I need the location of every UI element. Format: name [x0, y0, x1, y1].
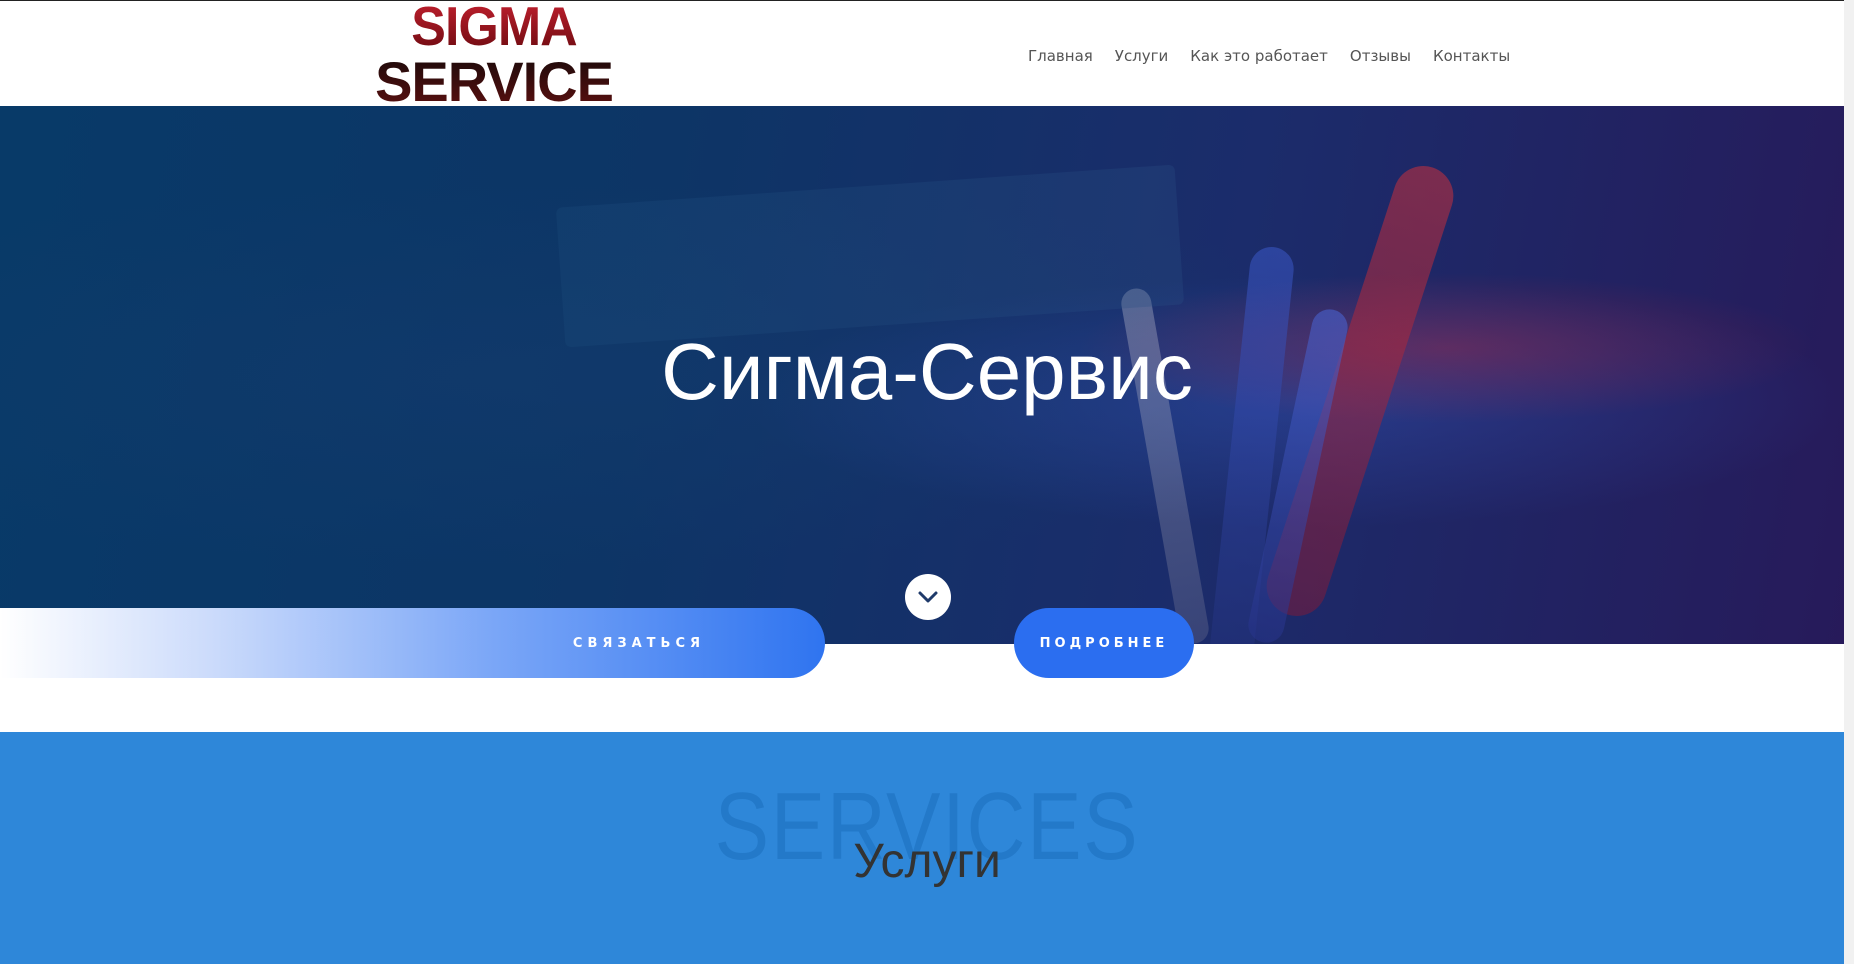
logo-text-line1: SIGMA: [411, 0, 577, 58]
page-scrollbar[interactable]: [1844, 0, 1854, 964]
nav-item-services[interactable]: Услуги: [1115, 47, 1168, 65]
hero-section: Сигма-Сервис: [0, 106, 1854, 644]
page: SIGMA SERVICE Главная Услуги Как это раб…: [0, 0, 1854, 964]
scroll-down-button[interactable]: [905, 574, 951, 620]
services-title: Услуги: [853, 835, 1001, 888]
hero-background-decor: [555, 164, 1185, 348]
more-button-label: ПОДРОБНЕЕ: [1039, 635, 1169, 651]
main-nav: Главная Услуги Как это работает Отзывы К…: [1028, 47, 1510, 65]
site-header: SIGMA SERVICE Главная Услуги Как это раб…: [0, 0, 1854, 110]
nav-item-home[interactable]: Главная: [1028, 47, 1093, 65]
chevron-down-icon: [918, 591, 938, 603]
more-button[interactable]: ПОДРОБНЕЕ: [1014, 608, 1194, 678]
logo-text-line2: SERVICE: [375, 50, 614, 113]
contact-button[interactable]: СВЯЗАТЬСЯ: [0, 608, 825, 678]
contact-button-label: СВЯЗАТЬСЯ: [572, 635, 705, 651]
nav-item-how-it-works[interactable]: Как это работает: [1190, 47, 1328, 65]
logo[interactable]: SIGMA SERVICE: [375, 0, 614, 110]
nav-item-contacts[interactable]: Контакты: [1433, 47, 1510, 65]
services-section: SERVICES Услуги: [0, 732, 1854, 964]
nav-item-reviews[interactable]: Отзывы: [1350, 47, 1411, 65]
hero-title: Сигма-Сервис: [661, 327, 1193, 416]
